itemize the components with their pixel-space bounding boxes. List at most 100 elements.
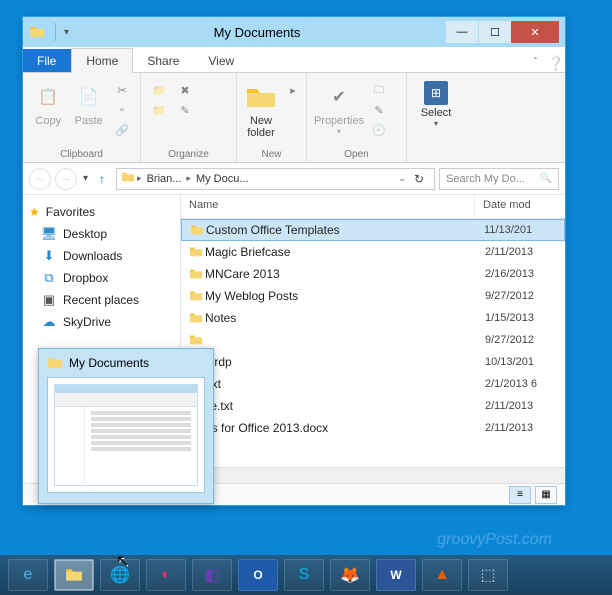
copy-button[interactable]: 📋Copy <box>31 77 66 127</box>
group-clipboard-label: Clipboard <box>31 147 132 160</box>
tab-share[interactable]: Share <box>133 49 194 72</box>
taskbar-word-icon[interactable]: W <box>376 559 416 591</box>
taskbar-explorer-icon[interactable] <box>54 559 94 591</box>
file-row[interactable]: ile.txt2/11/2013 <box>181 395 565 417</box>
file-row[interactable]: 9/27/2012 <box>181 329 565 351</box>
crumb-dropdown-icon[interactable]: ⌄ <box>398 173 406 184</box>
file-date: 2/1/2013 6 <box>485 378 565 390</box>
column-name[interactable]: Name <box>181 195 475 218</box>
icons-view-button[interactable]: ▦ <box>535 486 557 504</box>
ribbon-tabs: File Home Share View ˆ ❔ <box>23 47 565 73</box>
help-icon[interactable]: ❔ <box>547 55 565 72</box>
folder-icon <box>47 355 63 371</box>
file-row[interactable]: .txt2/1/2013 6 <box>181 373 565 395</box>
file-row[interactable]: Custom Office Templates11/13/201 <box>181 219 565 241</box>
file-date: 9/27/2012 <box>485 334 565 346</box>
sidebar-item-skydrive[interactable]: ☁SkyDrive <box>23 311 180 333</box>
file-date: 2/11/2013 <box>485 400 565 412</box>
window-title: My Documents <box>69 25 445 40</box>
folder-icon <box>187 288 205 304</box>
file-date: 2/11/2013 <box>485 422 565 434</box>
back-button[interactable]: ← <box>29 168 51 190</box>
taskbar-thumbnail-preview[interactable]: My Documents <box>38 348 214 504</box>
refresh-button[interactable]: ↻ <box>408 172 430 186</box>
taskbar-skype-icon[interactable]: S <box>284 559 324 591</box>
file-list-panel: Name Date mod Custom Office Templates11/… <box>181 195 565 483</box>
crumb-segment[interactable]: Brian... <box>144 173 185 185</box>
forward-button[interactable]: → <box>55 168 77 190</box>
thumbnail-title: My Documents <box>69 356 149 370</box>
minimize-button[interactable]: — <box>446 21 478 43</box>
file-name: Magic Briefcase <box>205 245 485 259</box>
ribbon-collapse-button[interactable]: ˆ <box>526 53 545 72</box>
group-organize-label: Organize <box>149 147 228 160</box>
breadcrumb[interactable]: ▸ Brian... ▸ My Docu... ⌄ ↻ <box>116 168 435 190</box>
cut-icon[interactable]: ✂ <box>112 81 132 99</box>
file-row[interactable]: My Weblog Posts9/27/2012 <box>181 285 565 307</box>
file-row[interactable]: Magic Briefcase2/11/2013 <box>181 241 565 263</box>
taskbar-ie-icon[interactable]: e <box>8 559 48 591</box>
file-name: Notes <box>205 311 485 325</box>
taskbar-chrome-icon[interactable]: 🌐 <box>100 559 140 591</box>
sidebar-item-downloads[interactable]: ⬇Downloads <box>23 245 180 267</box>
delete-icon[interactable]: ✖ <box>175 81 195 99</box>
file-date: 11/13/201 <box>484 224 564 236</box>
group-new-label: New <box>245 147 298 160</box>
sidebar-item-desktop[interactable]: 🖥Desktop <box>23 223 180 245</box>
copy-to-icon[interactable]: 📁 <box>149 101 169 119</box>
folder-icon <box>187 310 205 326</box>
paste-button[interactable]: 📄Paste <box>72 77 107 127</box>
file-name: My Weblog Posts <box>205 289 485 303</box>
details-view-button[interactable]: ≡ <box>509 486 531 504</box>
taskbar: e 🌐 ◐ ◧ O S 🦊 W ▲ ⬚ <box>0 555 612 595</box>
file-name: es for Office 2013.docx <box>205 421 485 435</box>
file-name: .txt <box>205 377 485 391</box>
taskbar-app-icon[interactable]: ⬚ <box>468 559 508 591</box>
taskbar-app-icon[interactable]: ◐ <box>146 559 186 591</box>
maximize-button[interactable]: ☐ <box>479 21 511 43</box>
select-button[interactable]: ⊞ Select▾ <box>415 77 457 128</box>
close-button[interactable]: ✕ <box>511 21 559 43</box>
file-row[interactable]: Notes1/15/2013 <box>181 307 565 329</box>
taskbar-firefox-icon[interactable]: 🦊 <box>330 559 370 591</box>
file-row[interactable]: es for Office 2013.docx2/11/2013 <box>181 417 565 439</box>
taskbar-vlc-icon[interactable]: ▲ <box>422 559 462 591</box>
horizontal-scrollbar[interactable] <box>181 467 565 483</box>
file-row[interactable]: lt.rdp10/13/201 <box>181 351 565 373</box>
crumb-segment[interactable]: My Docu... <box>193 173 252 185</box>
folder-icon <box>29 24 45 40</box>
taskbar-outlook-icon[interactable]: O <box>238 559 278 591</box>
sidebar-item-recent[interactable]: ▣Recent places <box>23 289 180 311</box>
new-folder-button[interactable]: New folder <box>245 77 277 139</box>
column-date[interactable]: Date mod <box>475 195 565 218</box>
ribbon: 📋Copy 📄Paste ✂ ▫ 🔗 Clipboard 📁 📁 <box>23 73 565 163</box>
open-icon[interactable]: 🗀 <box>369 81 389 99</box>
up-button[interactable]: ↑ <box>92 169 112 189</box>
file-date: 2/11/2013 <box>485 246 565 258</box>
search-input[interactable]: Search My Do... <box>439 168 559 190</box>
rename-icon[interactable]: ✎ <box>175 101 195 119</box>
tab-view[interactable]: View <box>194 49 249 72</box>
folder-icon <box>121 170 135 187</box>
properties-button[interactable]: ✔Properties▾ <box>315 77 363 136</box>
titlebar[interactable]: ▾ My Documents — ☐ ✕ <box>23 17 565 47</box>
tab-home[interactable]: Home <box>71 48 133 73</box>
column-headers: Name Date mod <box>181 195 565 219</box>
file-list[interactable]: Custom Office Templates11/13/201Magic Br… <box>181 219 565 467</box>
separator <box>55 23 56 41</box>
nav-history-dropdown[interactable]: ▾ <box>83 173 88 184</box>
favorites-header[interactable]: ★ Favorites <box>23 201 180 223</box>
move-to-icon[interactable]: 📁 <box>149 81 169 99</box>
file-date: 1/15/2013 <box>485 312 565 324</box>
tab-file[interactable]: File <box>23 49 71 72</box>
file-row[interactable]: MNCare 20132/16/2013 <box>181 263 565 285</box>
thumbnail-image[interactable] <box>47 377 205 493</box>
sidebar-item-dropbox[interactable]: ⧉Dropbox <box>23 267 180 289</box>
edit-icon[interactable]: ✎ <box>369 101 389 119</box>
taskbar-app-icon[interactable]: ◧ <box>192 559 232 591</box>
new-item-icon[interactable]: ▸ <box>283 81 303 99</box>
history-icon[interactable]: 🕘 <box>369 121 389 139</box>
file-name: lt.rdp <box>205 355 485 369</box>
paste-shortcut-icon[interactable]: 🔗 <box>112 121 132 139</box>
copy-path-icon[interactable]: ▫ <box>112 101 132 119</box>
